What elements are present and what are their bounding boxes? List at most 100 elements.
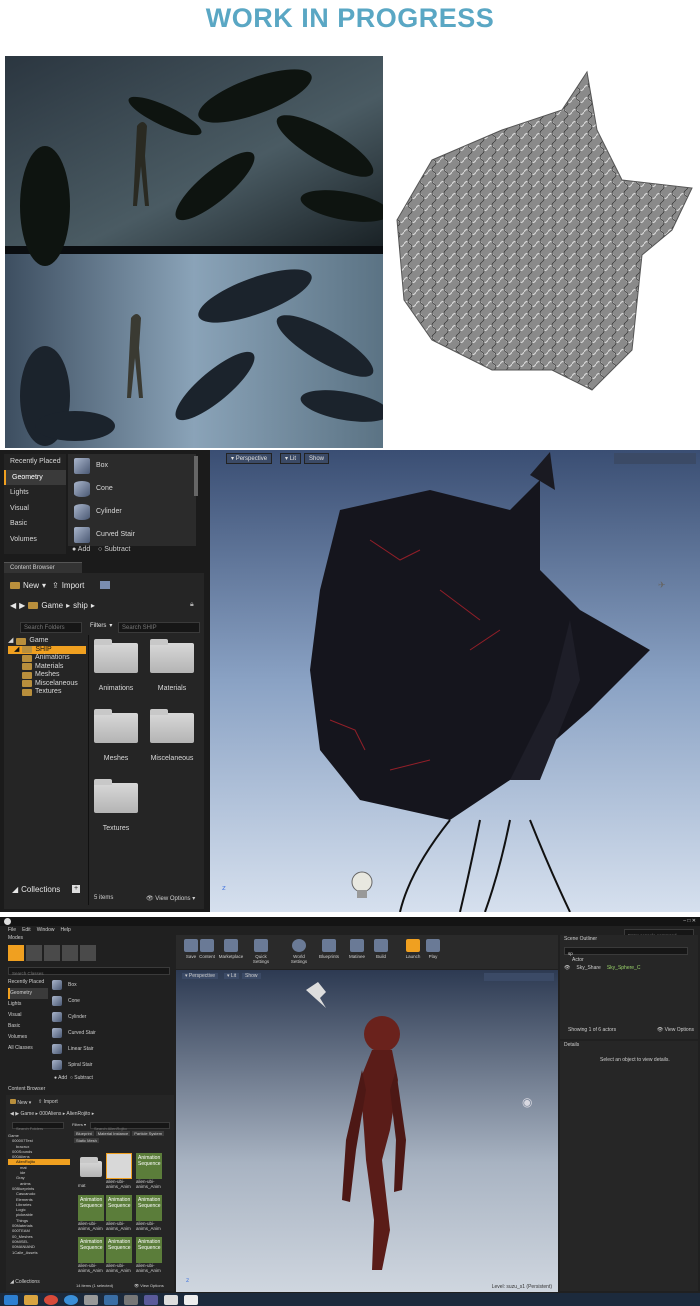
add-radio[interactable]: ● Add (54, 1075, 67, 1081)
tree-item-game[interactable]: ◢ Game (8, 637, 86, 646)
place-item-curved-stair[interactable]: Curved Stair (50, 1025, 168, 1041)
asset-tile[interactable]: Animation Sequence alien-ubi-anims_Anim (106, 1195, 132, 1235)
new-button[interactable]: New ▾ (10, 581, 46, 590)
toolbar-play[interactable]: Play (420, 939, 446, 959)
asset-tile[interactable]: Animation Sequence alien-ubi-anims_Anim (136, 1195, 162, 1235)
place-item-box[interactable]: Box (68, 454, 196, 477)
mode-lights[interactable]: Lights (4, 485, 66, 501)
place-item-box[interactable]: Box (50, 977, 168, 993)
app-icon[interactable] (124, 1294, 138, 1305)
filter-chip-blueprint[interactable]: Blueprint (74, 1131, 94, 1136)
new-button[interactable]: New ▾ (10, 1099, 31, 1106)
subtract-radio[interactable]: ○ Subtract (98, 546, 130, 553)
explorer-icon[interactable] (24, 1294, 38, 1305)
paint-mode-icon[interactable] (26, 945, 42, 961)
mode-visual[interactable]: Visual (8, 1010, 48, 1021)
menu-help[interactable]: Help (60, 927, 70, 933)
breadcrumb-game[interactable]: Game (41, 601, 63, 610)
collections-header[interactable]: ◢ Collections (12, 885, 60, 894)
subtract-radio[interactable]: ○ Subtract (70, 1075, 93, 1081)
window-controls[interactable]: – □ ✕ (683, 918, 696, 924)
outliner-search-input[interactable]: sp (564, 947, 688, 956)
asset-tile[interactable]: Animation Sequence alien-ubi-anims_Anim (106, 1237, 132, 1277)
save-all-icon[interactable] (100, 581, 110, 589)
place-item-cylinder[interactable]: Cylinder (50, 1009, 168, 1025)
lit-button[interactable]: ▾ Lit (224, 973, 240, 979)
search-folders-input[interactable]: Search Folders (20, 622, 82, 633)
mode-lights[interactable]: Lights (8, 999, 48, 1010)
content-browser-tab[interactable]: Content Browser (4, 562, 82, 573)
show-button[interactable]: Show (304, 453, 330, 464)
add-collection-icon[interactable]: + (72, 885, 80, 893)
unreal-editor-icon[interactable] (184, 1294, 198, 1305)
outliner-column-actor[interactable]: Actor (572, 957, 584, 963)
lock-icon[interactable]: 🔒︎ (190, 601, 194, 609)
mode-basic[interactable]: Basic (8, 1021, 48, 1032)
outliner-row[interactable]: 👁︎ Sky_Share Sky_Sphere_C (564, 965, 692, 971)
mode-recently-placed[interactable]: Recently Placed (8, 977, 48, 988)
search-classes-input[interactable]: Search Classes (8, 967, 170, 976)
asset-tile[interactable]: Animation Sequence alien-ubi-anims_Anim (136, 1153, 162, 1193)
details-tab[interactable]: Details (560, 1041, 698, 1049)
scene-outliner-tab[interactable]: Scene Outliner (560, 935, 698, 943)
modes-scrollbar[interactable] (194, 456, 198, 496)
import-button[interactable]: ⇪ Import (38, 1099, 58, 1105)
search-assets-input[interactable]: Search SHIP (118, 622, 200, 633)
folder-tile-mat[interactable]: mat (78, 1157, 104, 1197)
perspective-button[interactable]: ▾ Perspective (226, 453, 273, 464)
show-button[interactable]: Show (242, 973, 261, 979)
steam-icon[interactable] (104, 1294, 118, 1305)
geometry-mode-icon[interactable] (80, 945, 96, 961)
filters-button[interactable]: Filters ▾ (72, 1122, 86, 1127)
mode-volumes[interactable]: Volumes (8, 1032, 48, 1043)
collections-header[interactable]: ◢ Collections (10, 1279, 40, 1285)
menu-window[interactable]: Window (37, 927, 55, 933)
toolbar-blueprints[interactable]: Blueprints (316, 939, 342, 959)
content-browser-tab[interactable]: Content Browser (8, 1086, 45, 1092)
place-mode-icon[interactable] (8, 945, 24, 961)
level-viewport[interactable]: z ✈ ▾ Perspective ▾ Lit Show (210, 450, 700, 912)
folder-tile-meshes[interactable]: Meshes (86, 709, 146, 762)
forward-arrow-icon[interactable]: ▶ (19, 601, 25, 610)
asset-tile[interactable]: Animation Sequence alien-ubi-anims_Anim (78, 1195, 104, 1235)
level-viewport[interactable]: ◉ z ▾ Perspective ▾ Lit Show Level: suzu… (176, 970, 558, 1292)
search-folders-input[interactable]: Search Folders (12, 1122, 64, 1131)
asset-tile[interactable]: Animation Sequence alien-ubi-anims_Anim (78, 1237, 104, 1277)
breadcrumb-ship[interactable]: ship (73, 601, 88, 610)
place-item-cone[interactable]: Cone (50, 993, 168, 1009)
back-arrow-icon[interactable]: ◀ (10, 601, 16, 610)
mode-volumes[interactable]: Volumes (4, 532, 66, 548)
view-options-button[interactable]: 👁︎ View Options (134, 1283, 164, 1288)
toolbar-world-settings[interactable]: World Settings (286, 939, 312, 964)
filter-chip-particle-system[interactable]: Particle System (132, 1131, 165, 1136)
shield-icon[interactable] (84, 1294, 98, 1305)
breadcrumb-aliens[interactable]: 000Aliens (39, 1111, 61, 1117)
toolbar-build[interactable]: Build (368, 939, 394, 959)
modes-tab[interactable]: Modes (8, 935, 23, 941)
mode-recently-placed[interactable]: Recently Placed (4, 454, 66, 470)
breadcrumb-game[interactable]: Game (21, 1111, 35, 1117)
tree-item-miscelaneous[interactable]: Miscelaneous (8, 680, 86, 689)
filter-chip-static-mesh[interactable]: Static Mesh (74, 1138, 99, 1143)
filters-button[interactable]: Filters ▾ (90, 622, 112, 630)
foliage-mode-icon[interactable] (62, 945, 78, 961)
mode-geometry[interactable]: Geometry (8, 988, 48, 999)
tree-item-animations[interactable]: Animations (8, 654, 86, 663)
unreal-engine-icon[interactable] (164, 1294, 178, 1305)
mode-basic[interactable]: Basic (4, 516, 66, 532)
place-item-curved-stair[interactable]: Curved Stair (68, 523, 196, 546)
toolbar-quick-settings[interactable]: Quick Settings (248, 939, 274, 964)
toolbar-matinee[interactable]: Matinee (344, 939, 370, 959)
place-item-spiral-stair[interactable]: Spiral Stair (50, 1057, 168, 1073)
skype-icon[interactable] (64, 1294, 78, 1305)
place-item-cone[interactable]: Cone (68, 477, 196, 500)
forward-arrow-icon[interactable]: ▶ (15, 1111, 19, 1117)
outliner-view-options[interactable]: 👁︎ View Options (657, 1027, 694, 1033)
perspective-button[interactable]: ▾ Perspective (182, 973, 219, 979)
tree-item[interactable]: 1Calle_Assets (8, 1250, 70, 1255)
menu-file[interactable]: File (8, 927, 16, 933)
asset-tile[interactable]: Animation Sequence alien-ubi-anims_Anim (136, 1237, 162, 1277)
tree-item-textures[interactable]: Textures (8, 688, 86, 697)
viewport-transform-tools[interactable] (614, 453, 696, 464)
folder-tile-textures[interactable]: Textures (86, 779, 146, 832)
